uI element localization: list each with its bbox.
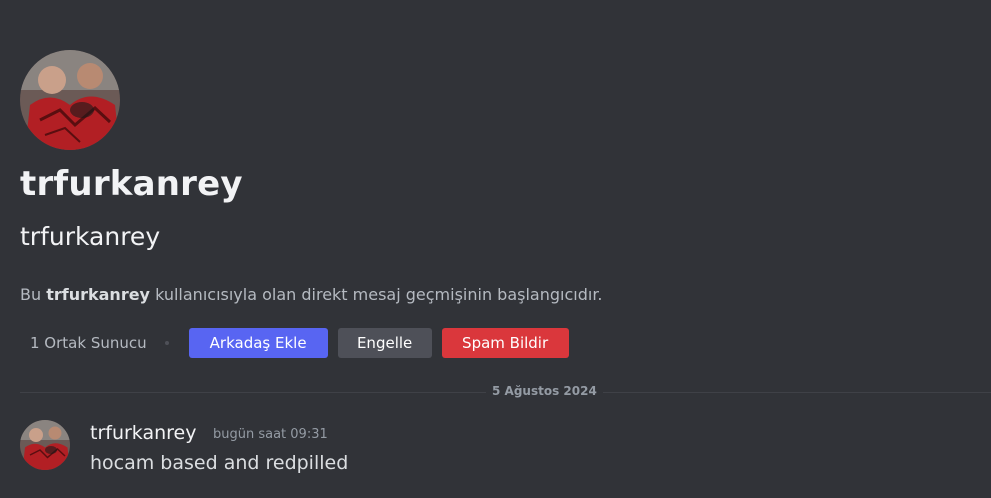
report-spam-button[interactable]: Spam Bildir: [441, 328, 569, 358]
profile-username: trfurkanrey: [20, 222, 161, 251]
message-avatar[interactable]: [20, 420, 70, 470]
profile-actions: 1 Ortak Sunucu Arkadaş Ekle Engelle Spam…: [20, 328, 579, 358]
message-author[interactable]: trfurkanrey: [90, 422, 197, 444]
avatar-image: [20, 420, 70, 470]
block-button[interactable]: Engelle: [337, 328, 432, 358]
profile-display-name: trfurkanrey: [20, 164, 243, 204]
intro-prefix: Bu: [20, 285, 47, 304]
mutual-servers-link[interactable]: 1 Ortak Sunucu: [20, 334, 157, 352]
separator-dot: [164, 341, 169, 345]
message-content: hocam based and redpilled: [90, 452, 349, 474]
add-friend-button[interactable]: Arkadaş Ekle: [188, 328, 328, 358]
profile-avatar[interactable]: [20, 50, 120, 150]
dm-intro-text: Bu trfurkanrey kullanıcısıyla olan direk…: [20, 285, 603, 304]
intro-username: trfurkanrey: [46, 285, 150, 304]
date-divider-label: 5 Ağustos 2024: [486, 384, 603, 398]
intro-suffix: kullanıcısıyla olan direkt mesaj geçmişi…: [149, 285, 603, 304]
avatar-image: [20, 50, 120, 150]
message-timestamp: bugün saat 09:31: [213, 427, 328, 442]
